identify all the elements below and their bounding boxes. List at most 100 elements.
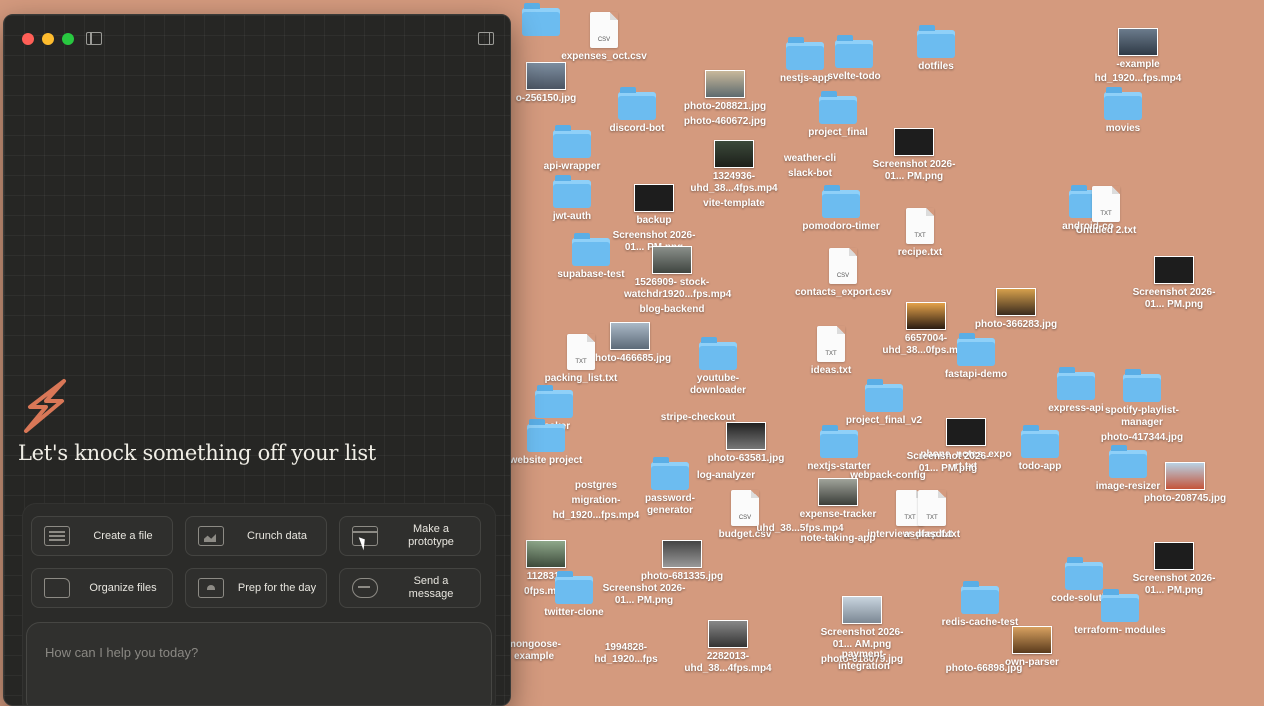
send-message-button[interactable]: Send a message bbox=[339, 568, 481, 608]
minimize-window-button[interactable] bbox=[42, 33, 54, 45]
file-label: packing_list.txt bbox=[544, 373, 618, 384]
desktop-file-asdfasdf[interactable]: TXT asdfasdf.txt bbox=[884, 490, 980, 541]
desktop-file-photo208745[interactable]: photo-208745.jpg bbox=[1137, 462, 1233, 505]
action-label: Organize files bbox=[89, 581, 157, 594]
chart-icon bbox=[198, 526, 224, 546]
desktop-folder-todo[interactable]: todo-app bbox=[992, 425, 1088, 473]
prep-for-day-button[interactable]: Prep for the day bbox=[185, 568, 327, 608]
folder-icon bbox=[865, 379, 903, 412]
folder-icon bbox=[553, 125, 591, 158]
folder-icon bbox=[957, 333, 995, 366]
desktop-file-example[interactable]: -example bbox=[1090, 28, 1186, 71]
folder-icon bbox=[651, 457, 689, 490]
prompt-box[interactable] bbox=[26, 622, 492, 705]
folder-icon bbox=[961, 581, 999, 614]
screenshot-thumbnail bbox=[894, 128, 934, 156]
organize-files-button[interactable]: Organize files bbox=[31, 568, 173, 608]
file-label: hd_1920...fps.mp4 bbox=[1094, 73, 1182, 84]
desktop-folder-spotify[interactable]: spotify-playlist- manager photo-417344.jp… bbox=[1094, 369, 1190, 444]
csv-file-icon: CSV bbox=[829, 248, 857, 284]
file-label: 1526909- stock-watchdr1920...fps.mp4 bbox=[624, 277, 732, 300]
desktop-folder-terraform[interactable]: terraform- modules bbox=[1072, 589, 1168, 637]
desktop-file-expenses[interactable]: CSV expenses_oct.csv bbox=[556, 12, 652, 63]
prompt-input[interactable] bbox=[43, 641, 467, 663]
desktop-file-uhd5[interactable]: 1994828- hd_1920...fps bbox=[578, 618, 674, 666]
desktop-folder-dotfiles[interactable]: dotfiles bbox=[888, 25, 984, 73]
photo-thumbnail bbox=[1118, 28, 1158, 56]
folder-icon bbox=[1123, 369, 1161, 402]
file-label: contacts_export.csv bbox=[795, 287, 892, 298]
desktop-folder-api[interactable]: api-wrapper bbox=[524, 125, 620, 173]
txt-file-icon: TXT bbox=[1092, 186, 1120, 222]
toggle-sidebar-icon[interactable] bbox=[86, 32, 102, 45]
video-thumbnail bbox=[818, 478, 858, 506]
desktop-folder-stripe[interactable]: stripe-checkout bbox=[650, 378, 746, 424]
folder-icon bbox=[1104, 87, 1142, 120]
desktop-file-screenshot3[interactable]: Screenshot 2026-01... PM.png bbox=[1126, 256, 1222, 311]
create-file-button[interactable]: Create a file bbox=[31, 516, 173, 556]
desktop-file-screenshot6[interactable]: Screenshot 2026-01... PM.png bbox=[596, 580, 692, 607]
desktop-folder-redis[interactable]: redis-cache-test bbox=[932, 581, 1028, 629]
folder-icon bbox=[1021, 425, 1059, 458]
photo-thumbnail bbox=[726, 422, 766, 450]
toggle-panel-icon[interactable] bbox=[478, 32, 494, 45]
folder-label: movies bbox=[1105, 123, 1141, 134]
photo-thumbnail bbox=[526, 540, 566, 568]
desktop-file-screenshot4[interactable]: Screenshot 2026-01... PM.png bbox=[900, 448, 996, 475]
desktop-file-screenshot[interactable]: Screenshot 2026-01... PM.png bbox=[866, 128, 962, 183]
message-icon bbox=[352, 578, 378, 598]
desktop-folder-discord[interactable]: discord-bot bbox=[589, 87, 685, 135]
file-label: Screenshot 2026-01... PM.png bbox=[1132, 287, 1216, 310]
desktop-folder-fastapi[interactable]: fastapi-demo bbox=[928, 333, 1024, 381]
file-label: photo-366283.jpg bbox=[974, 319, 1058, 330]
desktop-file-hd[interactable]: hd_1920...fps.mp4 bbox=[1090, 70, 1186, 85]
folder-icon bbox=[553, 175, 591, 208]
zoom-window-button[interactable] bbox=[62, 33, 74, 45]
desktop-file-photo208821[interactable]: photo-208821.jpg photo-460672.jpg bbox=[677, 70, 773, 128]
action-label: Send a message bbox=[408, 575, 454, 600]
desktop-folder-movies[interactable]: movies bbox=[1075, 87, 1171, 135]
desktop-file-packing[interactable]: TXT packing_list.txt bbox=[533, 334, 629, 385]
file-label: Screenshot 2026-01... PM.png bbox=[906, 451, 990, 474]
txt-file-icon: TXT bbox=[918, 490, 946, 526]
page-title: Let's knock something off your list bbox=[18, 441, 376, 465]
desktop-file-photo[interactable]: o-256150.jpg bbox=[498, 62, 594, 105]
desktop-file-photo366283[interactable]: photo-366283.jpg bbox=[968, 288, 1064, 331]
desktop-file-contacts[interactable]: CSV contacts_export.csv bbox=[795, 248, 892, 299]
screenshot-thumbnail bbox=[1154, 256, 1194, 284]
folder-icon bbox=[822, 185, 860, 218]
photo-thumbnail bbox=[705, 70, 745, 98]
file-label: 1994828- hd_1920...fps bbox=[594, 642, 658, 665]
file-label: photo-208745.jpg bbox=[1143, 493, 1227, 504]
crunch-data-button[interactable]: Crunch data bbox=[185, 516, 327, 556]
video-thumbnail bbox=[714, 140, 754, 168]
desktop-file-untitled[interactable]: TXT Untitled 2.txt bbox=[1058, 186, 1154, 237]
file-label: Screenshot 2026-01... PM.png bbox=[602, 583, 686, 606]
folder-label: todo-app bbox=[1018, 461, 1062, 472]
desktop-folder-notetaking[interactable]: note-taking-app bbox=[790, 530, 886, 545]
folder-icon bbox=[555, 571, 593, 604]
folder-icon bbox=[618, 87, 656, 120]
file-label: backup bbox=[636, 215, 672, 226]
folder-label: dotfiles bbox=[918, 61, 954, 72]
desktop-file-stockwatch[interactable]: 1526909- stock-watchdr1920...fps.mp4 blog… bbox=[624, 246, 732, 316]
folder-label: fastapi-demo bbox=[944, 369, 1008, 380]
action-label: Make a prototype bbox=[408, 523, 454, 548]
file-label: photo-460672.jpg bbox=[683, 116, 767, 127]
desktop-file-uhd6[interactable]: 2282013- uhd_38...4fps.mp4 bbox=[680, 620, 776, 675]
desktop-folder-jwt[interactable]: jwt-auth bbox=[524, 175, 620, 223]
folder-icon bbox=[699, 337, 737, 370]
desktop-file-photo681335[interactable]: photo-681335.jpg bbox=[634, 540, 730, 583]
close-window-button[interactable] bbox=[22, 33, 34, 45]
file-label: photo-417344.jpg bbox=[1100, 432, 1184, 443]
desktop-file-screenshot5[interactable]: Screenshot 2026-01... PM.png bbox=[1126, 542, 1222, 597]
desktop-file-ideas[interactable]: TXT ideas.txt bbox=[783, 326, 879, 377]
desktop-file-photo66898[interactable]: photo-66898.jpg bbox=[936, 660, 1032, 675]
csv-file-icon: CSV bbox=[590, 12, 618, 48]
video-thumbnail bbox=[708, 620, 748, 648]
desktop-folder-payment[interactable]: payment- integration bbox=[816, 646, 912, 673]
folder-label: jwt-auth bbox=[552, 211, 592, 222]
txt-file-icon: TXT bbox=[906, 208, 934, 244]
folder-icon bbox=[1065, 557, 1103, 590]
photo-thumbnail bbox=[1012, 626, 1052, 654]
